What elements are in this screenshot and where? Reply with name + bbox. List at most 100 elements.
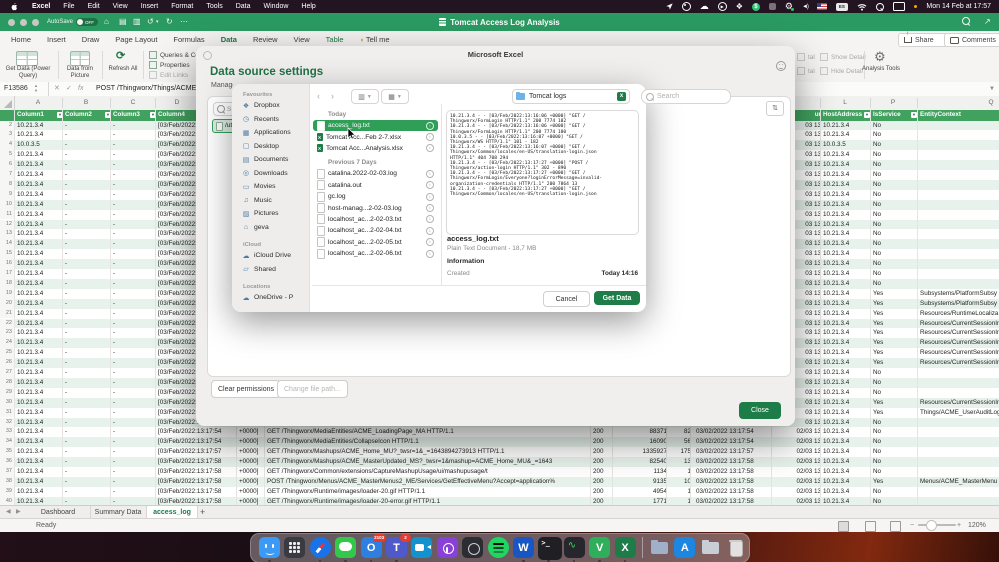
cell[interactable]: +0000] [237,437,266,447]
info-icon[interactable]: i [426,238,434,247]
cell[interactable]: 10.21.3.4 [15,319,64,329]
row-number[interactable]: 2 [0,120,15,131]
cell[interactable]: GET /Thingworx/MediaEntities/CollapseIco… [265,437,591,447]
cell[interactable]: 10.21.3.4 [821,338,871,348]
cell[interactable]: 03/02/2022 13:17:58 [694,477,773,487]
cell[interactable]: - [63,170,112,180]
file-item[interactable]: Tomcat Acc...Analysis.xlsx i [313,143,438,154]
screen-record-icon[interactable] [681,2,691,11]
cell[interactable]: - [111,319,157,329]
clear-permissions-button[interactable]: Clear permissions [211,380,282,398]
cell[interactable]: 10.21.3.4 [821,437,871,447]
cell[interactable]: 10.21.3.4 [821,368,871,378]
row-number[interactable]: 24 [0,338,15,349]
menu-data[interactable]: Data [236,3,251,10]
cell[interactable]: - [111,220,157,230]
cell[interactable]: - [111,338,157,348]
dock-teams[interactable]: T2 [386,534,411,558]
row-number[interactable]: 17 [0,269,15,279]
cell[interactable]: 10.21.3.4 [15,328,64,338]
sidebar-item-recents[interactable]: ◷ Recents [232,113,309,127]
close-button[interactable]: Close [739,402,781,419]
column-letter-B[interactable]: B [84,96,88,110]
cell[interactable]: - [111,269,157,279]
info-icon[interactable]: i [426,144,434,153]
folder-dropdown[interactable]: Tomcat logs x [512,89,630,104]
file-list[interactable]: Today access_log.txtiTomcat Acc...Feb 2-7… [312,106,440,286]
page-layout-view-icon[interactable] [865,521,876,532]
analysis-tools-button[interactable]: Analysis Tools [862,66,900,73]
cell[interactable]: [03/Feb/2022:13:17:58 [156,497,238,505]
row-number[interactable]: 19 [0,288,15,299]
cell[interactable]: No [871,180,918,190]
cell[interactable]: No [871,200,918,210]
dock-app-store[interactable]: A [674,537,696,558]
table-row[interactable]: 39 10.21.3.4- - [03/Feb/2022:13:17:58 +0000]… [0,486,999,497]
cell[interactable]: No [871,457,918,467]
cell[interactable]: No [871,427,918,437]
cell[interactable]: No [871,497,918,505]
row-number[interactable]: 9 [0,189,15,200]
table-row[interactable]: 36 10.21.3.4- - [03/Feb/2022:13:17:58 +0000]… [0,457,999,467]
cell[interactable]: Yes [871,358,918,368]
cell[interactable]: 10.21.3.4 [821,279,871,289]
file-item[interactable]: localhost_ac...2-02-06.txt i [313,248,438,259]
cell[interactable]: 10.21.3.4 [15,427,64,437]
sidebar-item-geva[interactable]: ⌂ geva [232,221,309,235]
sidebar-item-applications[interactable]: ▦ Applications [232,126,309,140]
cell[interactable]: Things/ACME_UserAuditLog [918,408,999,418]
row-number[interactable]: 29 [0,387,15,398]
cell[interactable]: Subsystems/PlatformSubsy [918,299,999,309]
cell[interactable]: 03/02/2022 13:17:58 [694,497,773,505]
cell[interactable]: - [111,447,157,457]
cell[interactable]: 10.21.3.4 [15,338,64,348]
cell[interactable]: - [63,487,112,497]
cell[interactable]: - [111,408,157,418]
row-number[interactable]: 22 [0,318,15,329]
row-number[interactable]: 39 [0,486,15,497]
cell[interactable]: - [111,249,157,259]
cell[interactable]: - [111,229,157,239]
row-number[interactable]: 21 [0,308,15,319]
cell[interactable]: +0000] [237,487,266,497]
cell[interactable]: 10.21.3.4 [15,160,64,170]
cell[interactable]: 82540 [613,457,669,467]
cell[interactable]: 10.21.3.4 [15,497,64,505]
cell[interactable]: - [63,180,112,190]
cell[interactable]: 10.21.3.4 [15,239,64,249]
cell[interactable]: +0000] [237,467,266,477]
dollar-app-icon[interactable]: $ [751,2,760,11]
cell[interactable]: 10.21.3.4 [821,299,871,309]
table-header-isservice[interactable]: IsService ▼ [871,110,918,121]
info-icon[interactable]: i [426,192,434,201]
cell[interactable]: 10.0.3.5 [15,140,64,150]
cell[interactable]: GET /Thingworx/Runtime/images/loader-20.… [265,487,591,497]
cell[interactable]: Yes [871,328,918,338]
cell[interactable]: - [63,160,112,170]
cell[interactable]: 10.21.3.4 [15,467,64,477]
cell[interactable]: - [63,220,112,230]
cell[interactable]: - [111,427,157,437]
sidebar-item-icloud-drive[interactable]: ☁ iCloud Drive [232,249,309,263]
sidebar-item-documents[interactable]: ▤ Documents [232,153,309,167]
table-header-column2[interactable]: Column2 ▼ [63,110,112,121]
cell[interactable]: Resources/RuntimeLocaliza [918,309,999,319]
keyboard-layout-icon[interactable]: ES [835,2,848,11]
cell[interactable]: GET /Thingworx/MediaEntities/ACME_Loadin… [265,427,591,437]
cell[interactable]: - [63,467,112,477]
table-row[interactable]: 35 10.21.3.4- - [03/Feb/2022:13:17:57 +0000]… [0,447,999,458]
cell[interactable]: - [111,437,157,447]
volume-icon[interactable]: ◄) [802,2,809,11]
cell[interactable]: 10.21.3.4 [821,121,871,131]
cell[interactable]: - [63,140,112,150]
cell[interactable]: No [871,259,918,269]
cell[interactable]: No [871,229,918,239]
cell[interactable]: Resources/CurrentSessionIn [918,328,999,338]
cell[interactable]: - [111,398,157,408]
row-number[interactable]: 16 [0,259,15,269]
cell[interactable]: - [63,239,112,249]
app-status-icon[interactable] [768,3,776,10]
tab-draw[interactable]: Draw [81,33,101,46]
cell[interactable]: +0000] [237,477,266,487]
page-break-view-icon[interactable] [890,521,901,532]
